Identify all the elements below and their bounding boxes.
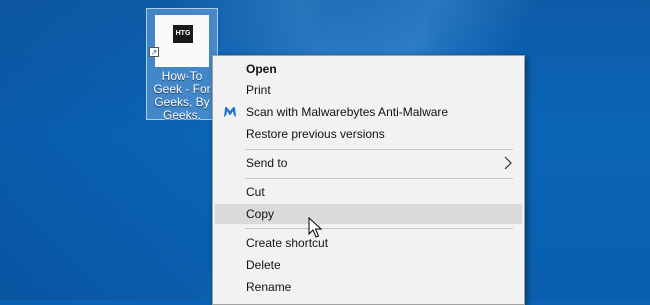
menu-item-delete[interactable]: Delete — [215, 255, 522, 275]
menu-separator — [245, 228, 513, 229]
mouse-pointer-icon — [308, 217, 322, 238]
chevron-right-icon — [504, 156, 512, 170]
menu-item-label: Scan with Malwarebytes Anti-Malware — [246, 105, 449, 119]
menu-separator — [245, 149, 513, 150]
htg-logo: HTG — [173, 25, 193, 43]
menu-item-rename[interactable]: Rename — [215, 277, 522, 297]
menu-item-open[interactable]: Open — [215, 59, 522, 79]
menu-item-print[interactable]: Print — [215, 80, 522, 100]
menu-item-copy[interactable]: Copy — [215, 204, 522, 224]
menu-item-label: Rename — [246, 280, 292, 294]
menu-item-restore-previous-versions[interactable]: Restore previous versions — [215, 124, 522, 144]
menu-item-label: Delete — [246, 258, 281, 272]
desktop-icon-label: How-To Geek - For Geeks, By Geeks. — [153, 69, 211, 122]
shortcut-arrow-icon: ↗ — [149, 47, 159, 57]
malwarebytes-icon — [224, 106, 236, 117]
menu-item-scan-malwarebytes[interactable]: Scan with Malwarebytes Anti-Malware — [215, 102, 522, 122]
menu-item-label: Cut — [246, 185, 265, 199]
menu-item-label: Send to — [246, 156, 288, 170]
menu-item-label: Open — [246, 62, 277, 76]
menu-item-create-shortcut[interactable]: Create shortcut — [215, 233, 522, 253]
menu-separator — [245, 178, 513, 179]
desktop-shortcut-icon[interactable]: HTG ↗ How-To Geek - For Geeks, By Geeks. — [146, 8, 218, 122]
context-menu: Open Print Scan with Malwarebytes Anti-M… — [212, 55, 525, 305]
menu-item-send-to[interactable]: Send to — [215, 153, 522, 173]
website-thumbnail: HTG — [155, 15, 209, 67]
menu-item-label: Copy — [246, 207, 275, 221]
menu-item-cut[interactable]: Cut — [215, 182, 522, 202]
menu-item-label: Print — [246, 83, 271, 97]
menu-item-label: Restore previous versions — [246, 127, 385, 141]
